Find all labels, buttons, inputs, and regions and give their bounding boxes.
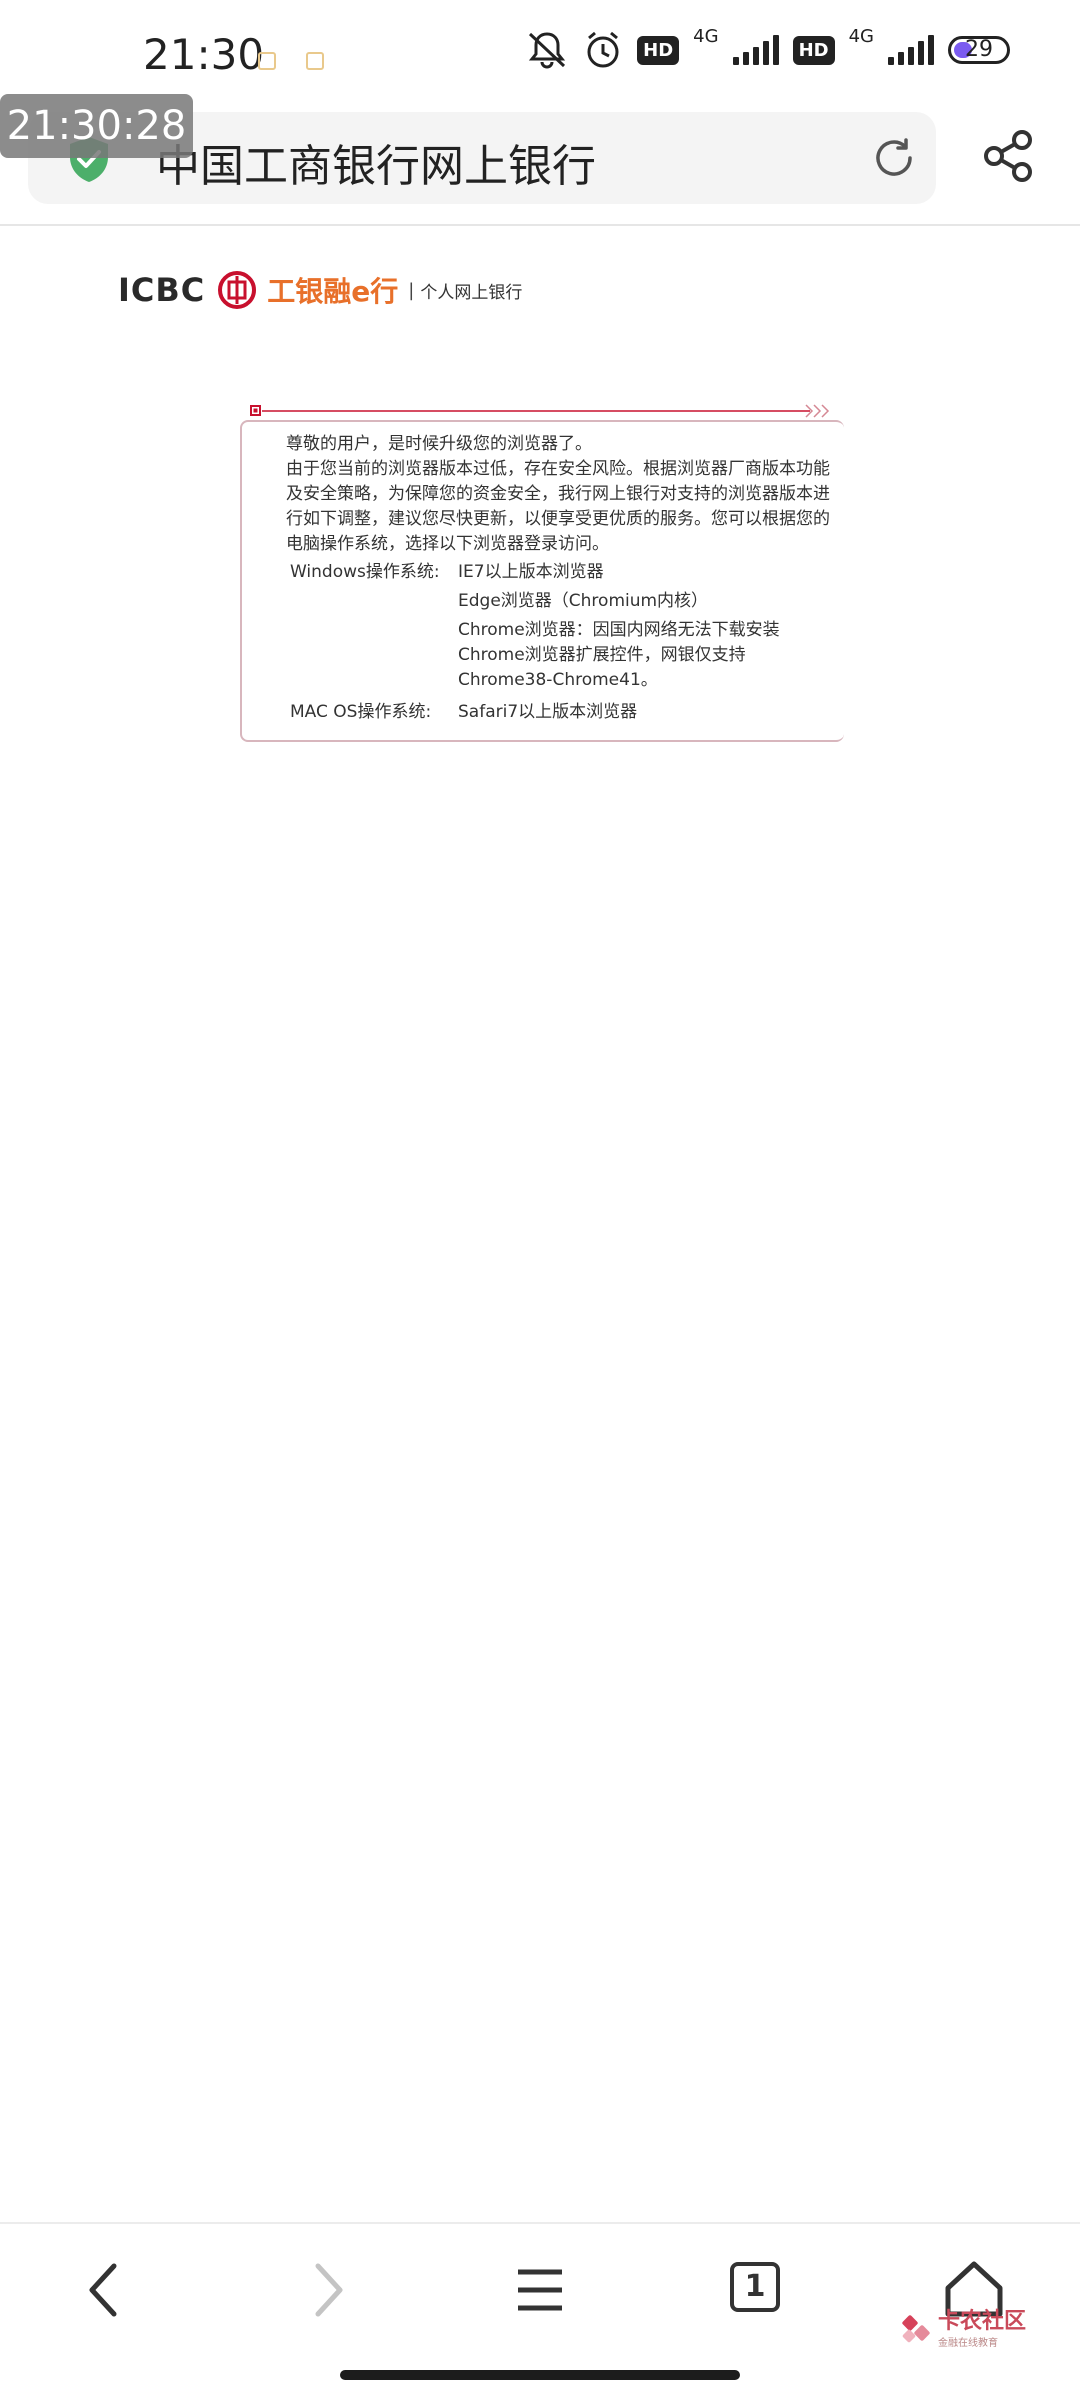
icbc-logo-text: ICBC [118,271,206,309]
network-type: 4G [693,25,719,47]
windows-row: Windows操作系统: IE7以上版本浏览器 Edge浏览器（Chromium… [286,560,836,697]
notice-greeting: 尊敬的用户，是时候升级您的浏览器了。 [286,434,592,454]
network-type: 4G [848,25,874,47]
icbc-subtitle: 个人网上银行 [420,282,523,303]
windows-browser-chrome: Chrome浏览器：因国内网络无法下载安装Chrome浏览器扩展控件，网银仅支持… [458,620,780,690]
windows-browser-ie: IE7以上版本浏览器 [458,562,604,582]
back-icon[interactable] [74,2258,138,2322]
menu-icon[interactable] [508,2258,572,2322]
browser-screen: 21:30 HD 4G HD 4G 29 21:30:28 中国工商银行网上银行… [0,0,1080,2400]
signal-icon [888,35,934,65]
page-title: 中国工商银行网上银行 [156,141,596,192]
notification-icon [306,52,324,70]
notice-decoration [250,404,830,418]
icbc-seal-icon [218,271,257,309]
mac-row: MAC OS操作系统: Safari7以上版本浏览器 [286,700,836,729]
signal-icon [732,35,779,65]
mac-browser-safari: Safari7以上版本浏览器 [458,702,638,722]
mute-bell-icon [529,32,566,69]
windows-browser-edge: Edge浏览器（Chromium内核） [458,591,709,611]
mac-label: MAC OS操作系统: [290,702,432,722]
home-indicator[interactable] [340,2370,740,2380]
battery-level: 29 [965,37,993,62]
share-icon[interactable] [980,128,1036,184]
windows-label: Windows操作系统: [290,562,440,582]
status-icons: HD 4G HD 4G 29 [525,26,1010,70]
icbc-brand: 工银融e行 [267,275,399,308]
notice-body: 由于您当前的浏览器版本过低，存在安全风险。根据浏览器厂商版本功能及安全策略，为保… [286,459,830,554]
notification-icon [258,52,276,70]
watermark-subtitle: 金融在线教育 [938,2338,998,2349]
timer-overlay: 21:30:28 [0,94,193,158]
divider [0,224,1080,226]
notice-content: 尊敬的用户，是时候升级您的浏览器了。 由于您当前的浏览器版本过低，存在安全风险。… [286,432,836,729]
status-clock: 21:30 [143,30,265,79]
icbc-header: ICBC 工银融e行 | 个人网上银行 [118,268,522,312]
hd-badge: HD [792,35,835,65]
alarm-icon [587,31,619,68]
watermark: 卡农社区 金融在线教育 [900,2310,1026,2349]
divider [0,2222,1080,2224]
forward-icon[interactable] [294,2258,358,2322]
watermark-logo-icon [902,2314,930,2342]
watermark-title: 卡农社区 [938,2309,1027,2334]
battery-icon: 29 [948,36,1010,64]
hd-badge: HD [637,35,680,65]
reload-icon[interactable] [870,134,918,182]
separator: | [408,279,415,301]
tabs-button[interactable]: 1 [730,2262,780,2312]
